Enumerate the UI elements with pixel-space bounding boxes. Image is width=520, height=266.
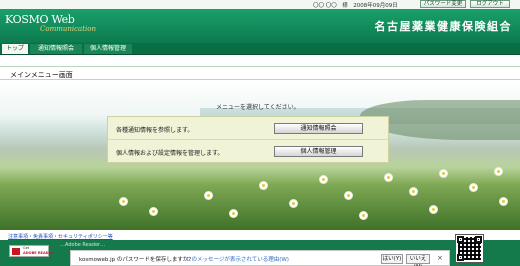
flower [260, 182, 267, 189]
footer-note: …Adobe Reader… [60, 242, 106, 248]
logout-button[interactable]: ログアウト [470, 0, 510, 8]
close-icon[interactable]: × [437, 254, 443, 262]
site-header: KOSMO Web Communication 名古屋薬業健康保険組合 [0, 9, 520, 43]
save-password-yes-button[interactable]: はい(Y) [381, 254, 403, 264]
tab-notification-inquiry[interactable]: 通知情報照会 [30, 44, 82, 54]
menu-row: 各種通知情報を参照します。 通知情報照会 [108, 117, 388, 140]
personal-info-button[interactable]: 個人情報管理 [274, 146, 363, 157]
flower [430, 206, 437, 213]
adobe-reader-badge[interactable]: Get ADOBE READER [9, 245, 54, 257]
reader-badge-line1: Get [23, 246, 30, 250]
flower [410, 188, 417, 195]
menu-description: 個人情報および設定情報を管理します。 [116, 150, 224, 157]
qr-finder [457, 254, 464, 261]
menu-panel: 各種通知情報を参照します。 通知情報照会 個人情報および設定情報を管理します。 … [107, 116, 389, 163]
flower [495, 168, 502, 175]
flower [150, 208, 157, 215]
flower [320, 176, 327, 183]
flower [230, 210, 237, 217]
menu-row: 個人情報および設定情報を管理します。 個人情報管理 [108, 140, 388, 163]
page-title-bar: メインメニュー画面 [0, 66, 520, 80]
flower [440, 170, 447, 177]
flower [345, 192, 352, 199]
menu-description: 各種通知情報を参照します。 [116, 127, 194, 134]
notification-reason-link[interactable]: このメッセージが表示されている理由(W) [186, 255, 289, 263]
qr-finder [457, 236, 464, 243]
reader-badge-line2: ADOBE READER [23, 251, 54, 255]
adobe-logo-icon [12, 248, 20, 255]
flower [290, 200, 297, 207]
notification-inquiry-button[interactable]: 通知情報照会 [274, 123, 363, 134]
flower [385, 174, 392, 181]
instruction-text: メニューを選択してください。 [216, 104, 300, 111]
flower [500, 198, 507, 205]
flower [470, 184, 477, 191]
user-info: 〇〇 〇〇 様 2008年09月09日 [313, 3, 398, 9]
flower [120, 198, 127, 205]
notification-message: kosmoweb.jp のパスワードを保存しますか? [79, 257, 192, 263]
organization-name: 名古屋薬業健康保険組合 [374, 20, 512, 33]
flower [360, 212, 367, 219]
password-save-bar: kosmoweb.jp のパスワードを保存しますか? このメッセージが表示されて… [70, 250, 450, 266]
qr-code [455, 234, 484, 263]
logo-subtitle: Communication [40, 25, 96, 33]
main-nav: トップ 通知情報照会 個人情報管理 [0, 43, 520, 55]
qr-finder [475, 236, 482, 243]
page-title: メインメニュー画面 [10, 71, 73, 79]
tab-top[interactable]: トップ [2, 44, 28, 54]
password-change-button[interactable]: パスワード変更 [420, 0, 466, 8]
tab-personal-info[interactable]: 個人情報管理 [84, 44, 132, 54]
save-password-no-button[interactable]: いいえ(N) [406, 254, 430, 266]
top-strip: 〇〇 〇〇 様 2008年09月09日 パスワード変更 ログアウト [0, 0, 520, 9]
footer-policy-link[interactable]: 注意事項・免責事項・セキュリティポリシー等 [8, 233, 113, 240]
flower [205, 192, 212, 199]
